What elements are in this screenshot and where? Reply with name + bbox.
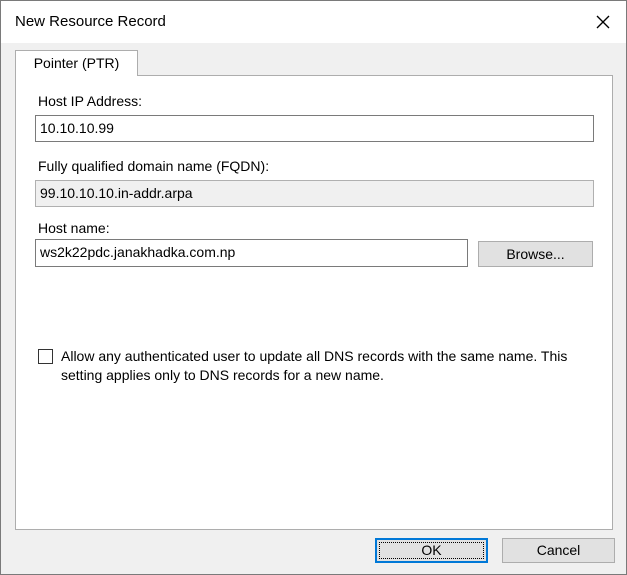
close-icon — [596, 15, 610, 29]
fqdn-label: Fully qualified domain name (FQDN): — [38, 158, 270, 174]
ok-label: OK — [421, 542, 442, 558]
browse-button[interactable]: Browse... — [478, 241, 593, 267]
fqdn-field: 99.10.10.10.in-addr.arpa — [35, 180, 594, 207]
close-button[interactable] — [580, 1, 626, 43]
allow-update-label: Allow any authenticated user to update a… — [61, 348, 568, 383]
allow-update-checkbox[interactable] — [38, 349, 53, 364]
host-ip-input[interactable]: 10.10.10.99 — [35, 115, 594, 142]
title-bar: New Resource Record — [1, 1, 626, 43]
cancel-button[interactable]: Cancel — [502, 538, 615, 563]
host-ip-label: Host IP Address: — [38, 93, 143, 109]
new-resource-record-dialog: New Resource Record Pointer (PTR) Host I… — [0, 0, 627, 575]
tab-pointer-ptr[interactable]: Pointer (PTR) — [15, 50, 138, 76]
tab-panel — [15, 75, 613, 530]
dialog-title: New Resource Record — [15, 13, 166, 30]
ok-button[interactable]: OK — [375, 538, 488, 563]
host-name-label: Host name: — [38, 220, 110, 236]
host-name-input[interactable]: ws2k22pdc.janakhadka.com.np — [35, 239, 468, 267]
